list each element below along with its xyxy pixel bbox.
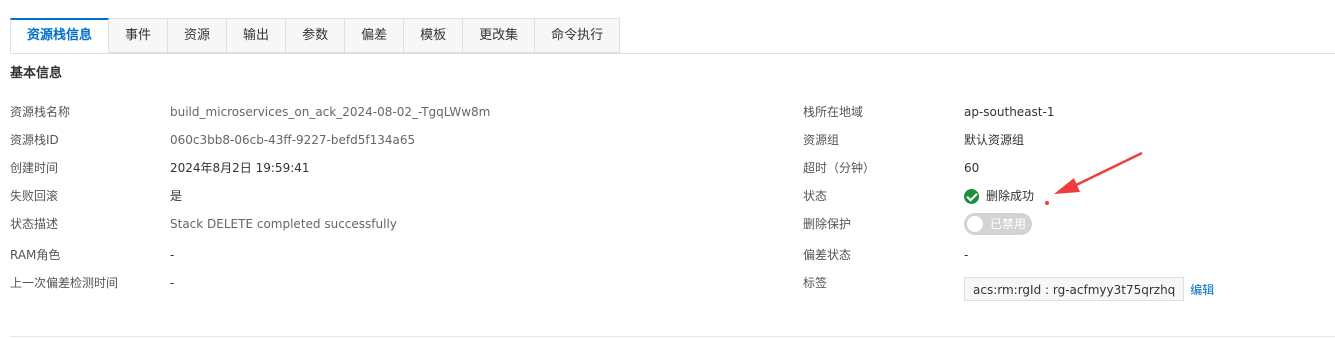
tab-stack-info[interactable]: 资源栈信息 [10,18,110,53]
field-label-ram-role: RAM角色 [10,248,61,262]
tab-drift[interactable]: 偏差 [345,18,405,53]
status-indicator: 删除成功 [964,186,1034,206]
field-value-region: ap-southeast-1 [964,105,1055,119]
field-value-drift-status: - [964,248,969,262]
field-value-status-reason: Stack DELETE completed successfully [170,217,397,231]
annotation-arrow-icon [1045,151,1143,205]
field-value-resource-group: 默认资源组 [964,133,1025,147]
field-label-deletion-protection: 删除保护 [803,217,852,231]
deletion-protection-toggle-wrap: 已禁用 [964,213,1032,237]
tab-bar: 资源栈信息 事件 资源 输出 参数 偏差 模板 更改集 命令执行 [10,18,1335,54]
field-label-stack-name: 资源栈名称 [10,105,71,119]
tab-change-sets[interactable]: 更改集 [463,18,536,53]
field-label-tags: 标签 [803,276,828,290]
field-value-rollback: 是 [170,189,183,203]
field-label-create-time: 创建时间 [10,161,59,175]
field-value-timeout: 60 [964,161,980,175]
field-label-rollback: 失败回滚 [10,189,59,203]
tab-events[interactable]: 事件 [109,18,169,53]
field-value-stack-id: 060c3bb8-06cb-43ff-9227-befd5f134a65 [170,133,416,147]
tab-template[interactable]: 模板 [404,18,464,53]
field-label-drift-status: 偏差状态 [803,248,852,262]
field-label-stack-id: 资源栈ID [10,133,59,147]
section-title: 基本信息 [10,66,63,81]
toggle-label: 已禁用 [989,217,1026,231]
deletion-protection-toggle[interactable]: 已禁用 [964,213,1032,235]
tags-container: acs:rm:rgId : rg-acfmyy3t75qrzhq 编辑 [964,277,1214,303]
field-value-stack-name: build_microservices_on_ack_2024-08-02_-T… [170,105,491,119]
field-label-status: 状态 [803,189,828,203]
field-value-last-drift-check: - [170,276,175,290]
field-label-region: 栈所在地域 [803,105,864,119]
field-value-status: 删除成功 [986,189,1035,203]
bottom-divider [10,336,1335,337]
check-circle-icon [964,188,979,204]
tab-resources[interactable]: 资源 [168,18,228,53]
tab-command-execution[interactable]: 命令执行 [535,18,621,53]
field-label-timeout: 超时（分钟） [803,161,876,175]
edit-tags-link[interactable]: 编辑 [1190,283,1214,297]
field-value-create-time: 2024年8月2日 19:59:41 [170,161,310,175]
field-label-resource-group: 资源组 [803,133,840,147]
field-label-last-drift-check: 上一次偏差检测时间 [10,276,119,290]
field-label-status-reason: 状态描述 [10,217,59,231]
tag-chip: acs:rm:rgId : rg-acfmyy3t75qrzhq [964,277,1185,301]
toggle-knob [967,216,983,232]
tab-outputs[interactable]: 输出 [227,18,287,53]
tab-parameters[interactable]: 参数 [286,18,346,53]
field-value-ram-role: - [170,248,175,262]
